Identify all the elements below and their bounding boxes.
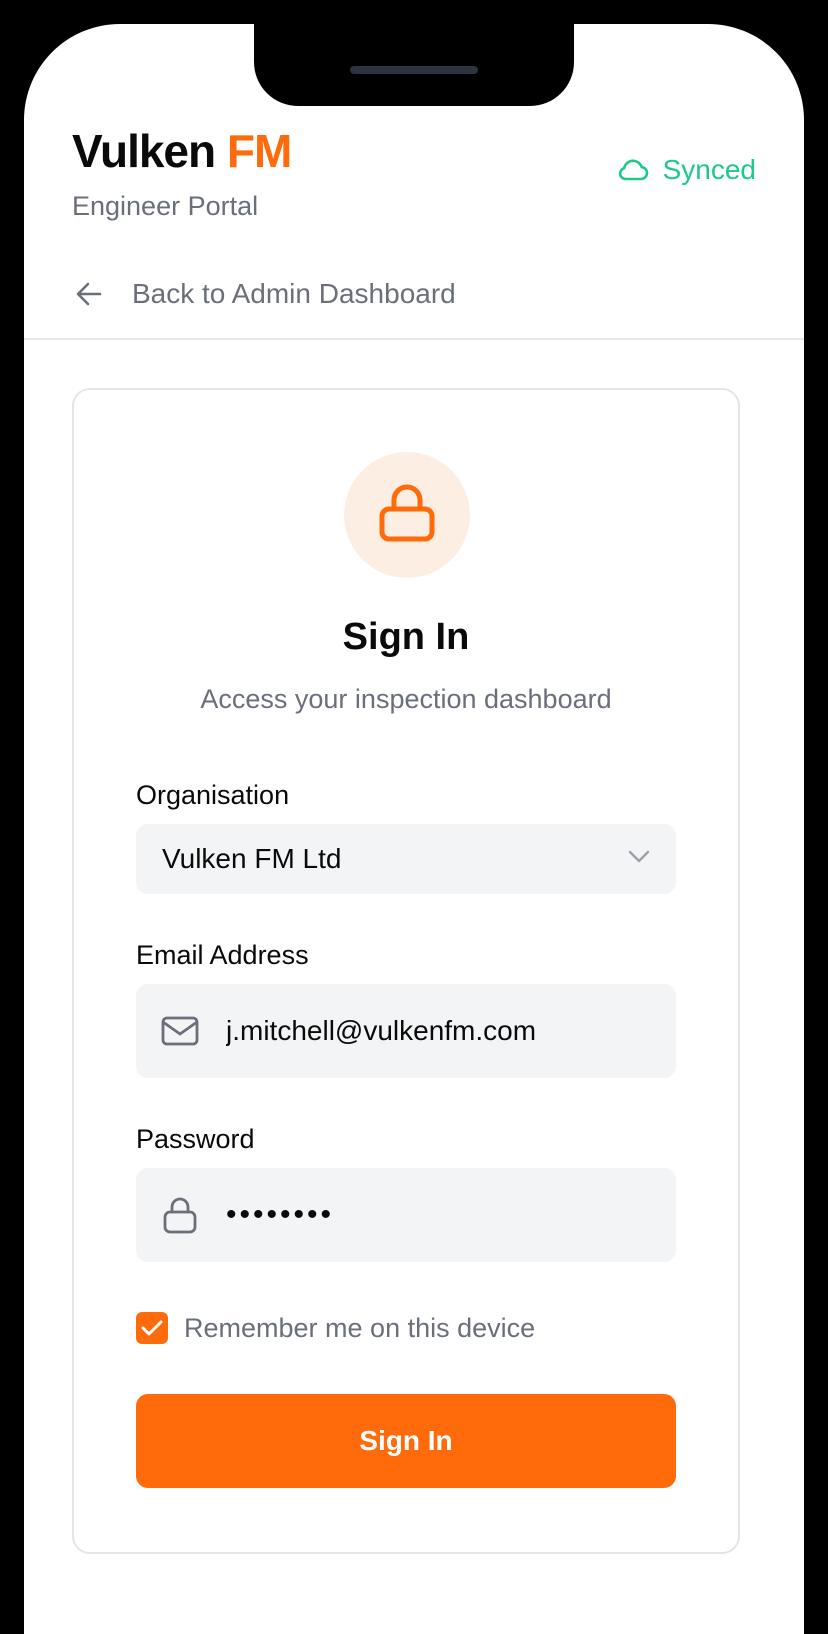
check-icon (141, 1320, 163, 1336)
organisation-selected-value: Vulken FM Ltd (162, 843, 342, 874)
sync-status: Synced (617, 154, 756, 186)
lock-icon (379, 483, 435, 548)
sync-status-label: Synced (662, 154, 756, 185)
notch-speaker (350, 66, 478, 74)
brand-logo: Vulken FM (72, 125, 292, 177)
sign-in-title: Sign In (342, 616, 470, 658)
password-input[interactable] (226, 1198, 652, 1232)
email-input[interactable] (226, 1015, 652, 1047)
brand-accent: FM (226, 125, 292, 177)
organisation-select[interactable]: Vulken FM Ltd (136, 824, 676, 894)
sign-in-button[interactable]: Sign In (136, 1394, 676, 1488)
device-notch (254, 24, 574, 106)
phone-frame: Vulken FM Engineer Portal Synced Back to… (0, 0, 828, 1634)
remember-me-checkbox[interactable] (136, 1312, 168, 1344)
organisation-label: Organisation (136, 780, 290, 810)
back-to-admin-dashboard-link[interactable]: Back to Admin Dashboard (76, 278, 456, 310)
header-divider (24, 338, 804, 340)
back-link-label: Back to Admin Dashboard (132, 278, 456, 309)
arrow-left-icon (76, 282, 102, 306)
remember-me-label: Remember me on this device (184, 1312, 536, 1343)
remember-me-toggle[interactable]: Remember me on this device (136, 1312, 535, 1344)
sign-in-subtitle: Access your inspection dashboard (200, 684, 612, 714)
password-label: Password (136, 1124, 255, 1154)
lock-badge (344, 452, 470, 578)
mail-icon (160, 1016, 200, 1046)
sign-in-card: Sign In Access your inspection dashboard… (72, 388, 740, 1554)
password-field-box[interactable] (136, 1168, 676, 1262)
app-screen: Vulken FM Engineer Portal Synced Back to… (24, 24, 804, 1634)
brand-name: Vulken (72, 125, 216, 177)
email-label: Email Address (136, 940, 309, 970)
portal-label: Engineer Portal (72, 191, 259, 221)
lock-icon (160, 1196, 200, 1234)
cloud-icon (617, 157, 649, 183)
chevron-down-icon (628, 850, 650, 869)
email-field-box[interactable] (136, 984, 676, 1078)
